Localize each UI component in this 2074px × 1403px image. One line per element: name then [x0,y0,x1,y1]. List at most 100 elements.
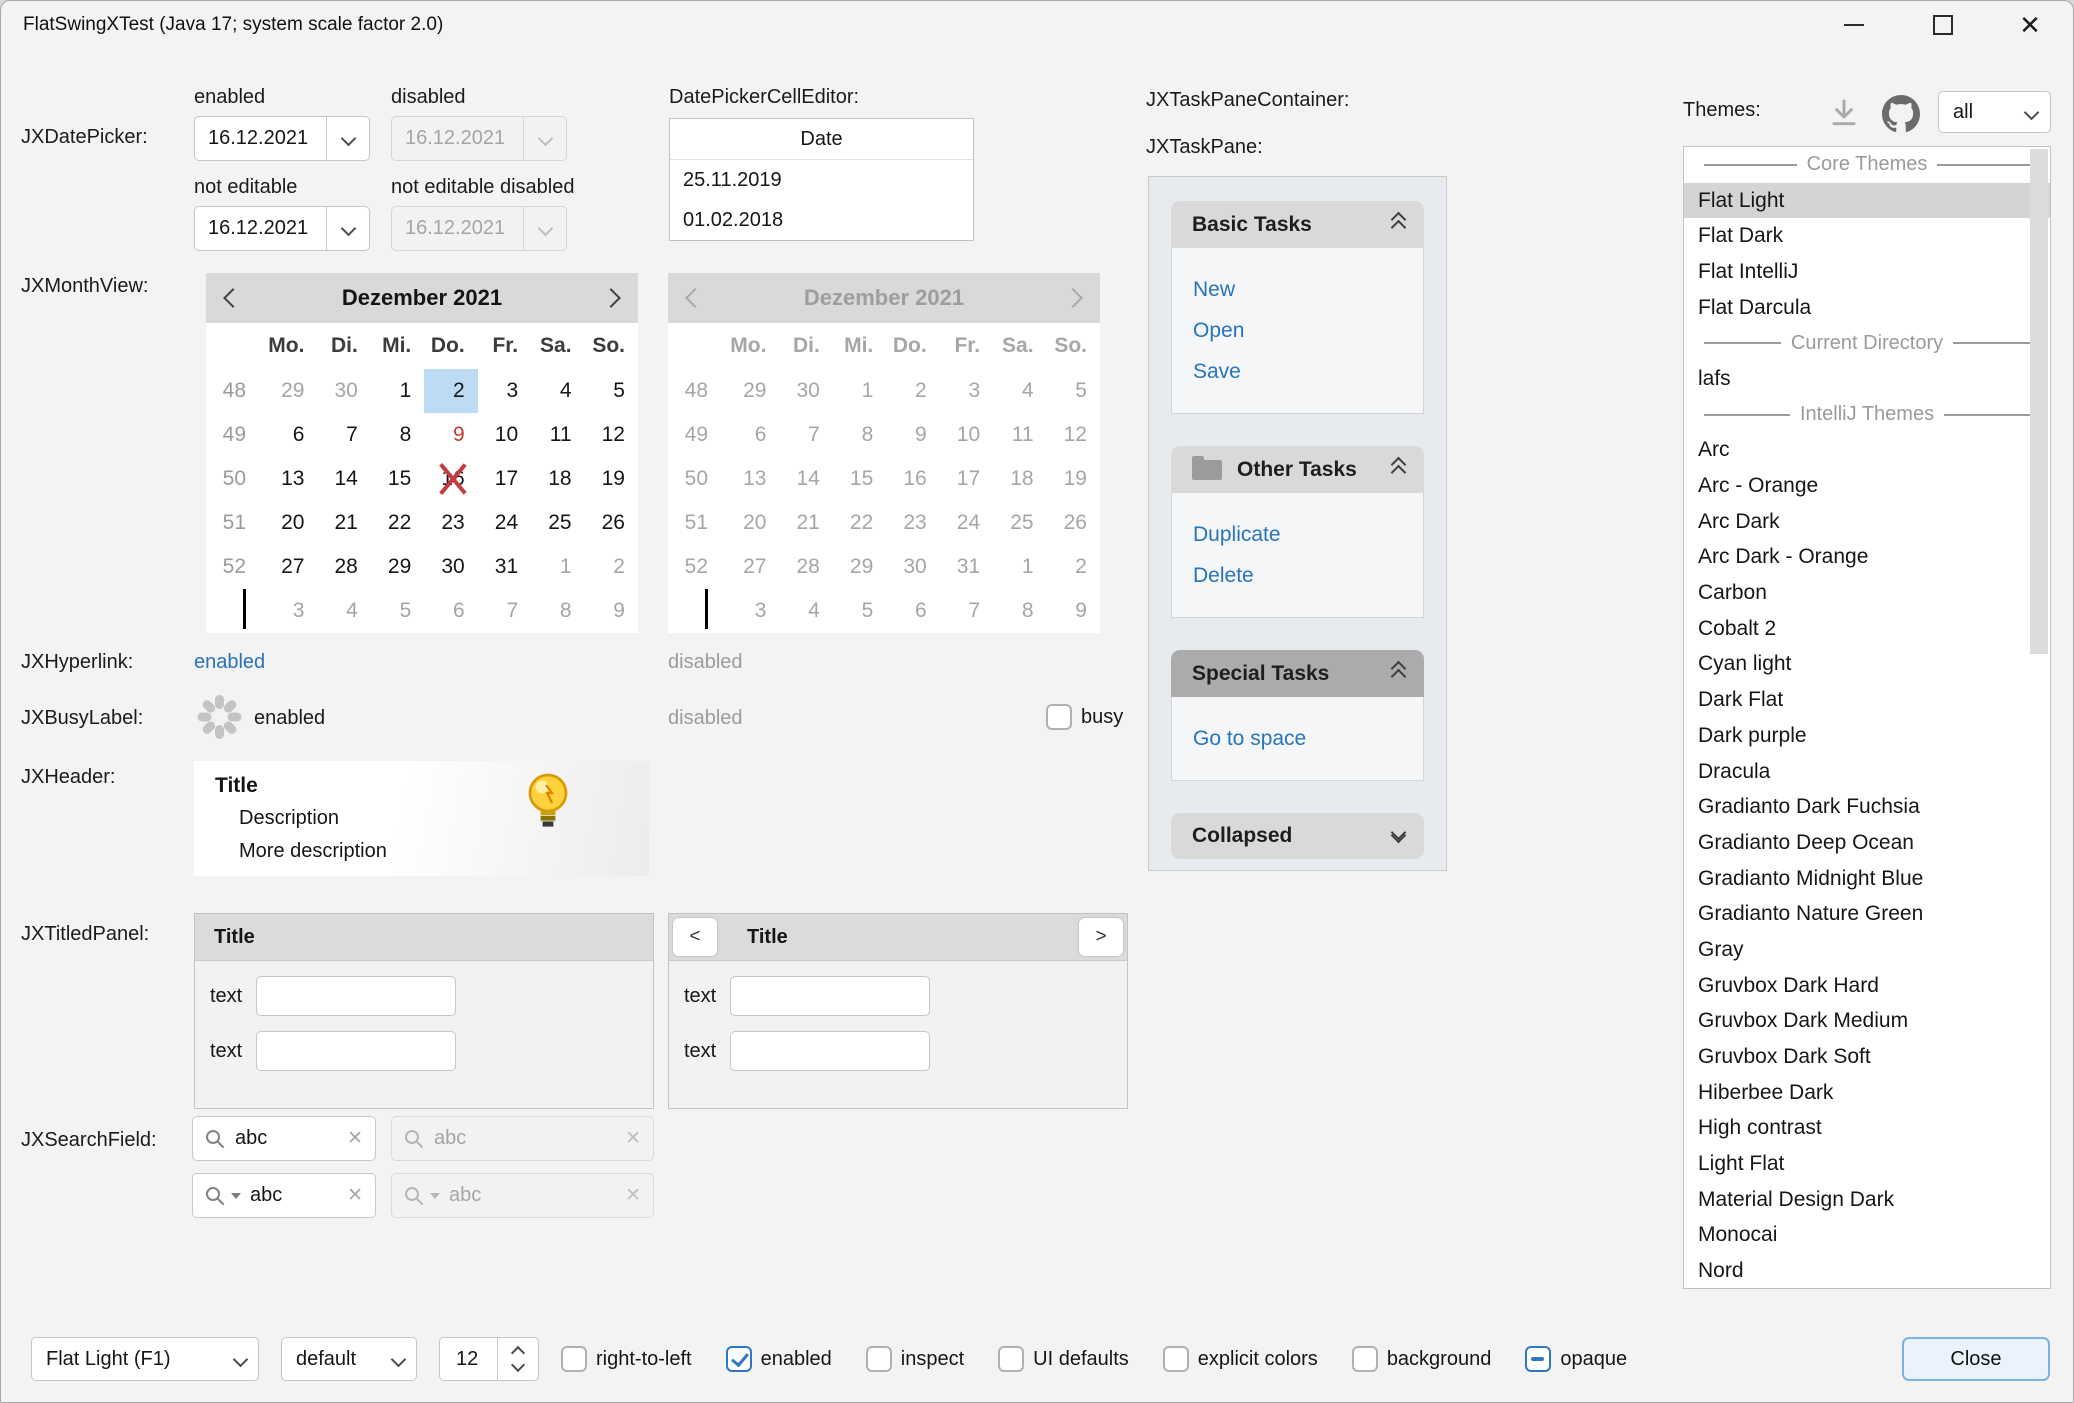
checkbox-opaque[interactable]: opaque [1525,1346,1627,1372]
calendar-day[interactable]: 30 [424,545,477,589]
panel-next-button[interactable]: > [1079,918,1123,956]
datepicker-not-editable[interactable]: 16.12.2021 [194,206,370,251]
spinner-buttons[interactable] [497,1338,538,1380]
calendar-day[interactable]: 6 [424,589,477,633]
minimize-button[interactable] [1820,1,1888,49]
calendar-day[interactable]: 22 [371,501,424,545]
theme-item[interactable]: Cobalt 2 [1684,611,2050,647]
taskpane-header[interactable]: Basic Tasks [1171,201,1424,248]
calendar-day[interactable]: 16 [424,457,477,501]
table-row[interactable]: 01.02.2018 [670,200,973,240]
calendar-day[interactable]: 2 [424,369,477,413]
calendar-day[interactable]: 10 [478,413,531,457]
prev-month-button[interactable] [208,273,258,323]
theme-item[interactable]: Light Flat [1684,1146,2050,1182]
checkbox-enabled[interactable]: enabled [726,1346,832,1372]
calendar-day[interactable]: 11 [531,413,584,457]
checkbox-background[interactable]: background [1352,1346,1492,1372]
theme-item[interactable]: Monocai [1684,1218,2050,1254]
text-input[interactable] [256,1031,456,1071]
theme-item[interactable]: Nord [1684,1253,2050,1289]
calendar-day[interactable]: 13 [264,457,317,501]
theme-item[interactable]: Carbon [1684,575,2050,611]
font-size-spinner[interactable]: 12 [439,1337,539,1381]
calendar-day[interactable]: 19 [585,457,638,501]
calendar-day[interactable]: 8 [531,589,584,633]
checkbox-busy[interactable]: busy [1046,704,1123,730]
taskpane-link[interactable]: Duplicate [1172,514,1423,555]
calendar-day[interactable]: 24 [478,501,531,545]
close-window-button[interactable]: ✕ [1996,1,2064,49]
checkbox-UI-defaults[interactable]: UI defaults [998,1346,1129,1372]
calendar-day[interactable]: 9 [424,413,477,457]
text-input[interactable] [730,976,930,1016]
calendar-day[interactable]: 29 [371,545,424,589]
theme-item[interactable]: Flat Darcula [1684,290,2050,326]
theme-item[interactable]: Flat Dark [1684,218,2050,254]
datepicker-enabled[interactable]: 16.12.2021 [194,116,370,161]
calendar-day[interactable]: 3 [264,589,317,633]
calendar-day[interactable]: 5 [371,589,424,633]
theme-item[interactable]: Material Design Dark [1684,1182,2050,1218]
calendar-day[interactable]: 3 [478,369,531,413]
calendar-day[interactable]: 15 [371,457,424,501]
taskpane-header[interactable]: Special Tasks [1171,650,1424,697]
calendar-day[interactable]: 17 [478,457,531,501]
theme-item[interactable]: Flat IntelliJ [1684,254,2050,290]
theme-item[interactable]: Dark Flat [1684,682,2050,718]
download-icon[interactable] [1828,97,1860,134]
theme-item[interactable]: Hiberbee Dark [1684,1075,2050,1111]
theme-item[interactable]: Gruvbox Dark Soft [1684,1039,2050,1075]
taskpane-header[interactable]: Other Tasks [1171,446,1424,493]
checkbox-right-to-left[interactable]: right-to-left [561,1346,692,1372]
taskpane-link[interactable]: Open [1172,310,1423,351]
clear-icon[interactable]: ✕ [347,1184,363,1207]
calendar-day[interactable]: 29 [264,369,317,413]
calendar-day[interactable]: 5 [585,369,638,413]
taskpane-header[interactable]: Collapsed [1171,813,1424,859]
calendar-day[interactable]: 8 [371,413,424,457]
theme-item[interactable]: Gruvbox Dark Hard [1684,968,2050,1004]
taskpane-link[interactable]: Save [1172,351,1423,392]
calendar-day[interactable]: 27 [264,545,317,589]
calendar-day[interactable]: 1 [371,369,424,413]
taskpane-link[interactable]: Go to space [1172,718,1423,759]
calendar-day[interactable]: 1 [531,545,584,589]
calendar-day[interactable]: 4 [531,369,584,413]
theme-item[interactable]: Arc Dark - Orange [1684,540,2050,576]
theme-item[interactable]: Dark purple [1684,718,2050,754]
text-input[interactable] [730,1031,930,1071]
calendar-day[interactable]: 12 [585,413,638,457]
text-input[interactable] [256,976,456,1016]
theme-item[interactable]: Gradianto Deep Ocean [1684,825,2050,861]
clear-icon[interactable]: ✕ [347,1127,363,1150]
datepicker-dropdown-button[interactable] [326,117,369,160]
calendar-day[interactable]: 28 [317,545,370,589]
theme-item[interactable]: Gray [1684,932,2050,968]
scrollbar-thumb[interactable] [2030,149,2048,654]
theme-item[interactable]: High contrast [1684,1111,2050,1147]
font-combo[interactable]: default [281,1337,417,1381]
calendar-day[interactable]: 6 [264,413,317,457]
calendar-day[interactable]: 7 [478,589,531,633]
table-row[interactable]: 25.11.2019 [670,160,973,200]
calendar-day[interactable]: 2 [585,545,638,589]
theme-item[interactable]: Cyan light [1684,647,2050,683]
maximize-button[interactable] [1909,1,1977,49]
theme-item[interactable]: lafs [1684,361,2050,397]
themes-filter-combo[interactable]: all [1938,91,2051,133]
hyperlink-enabled[interactable]: enabled [194,651,265,674]
close-button[interactable]: Close [1902,1337,2050,1381]
calendar-day[interactable]: 7 [317,413,370,457]
theme-item[interactable]: Arc Dark [1684,504,2050,540]
calendar-day[interactable]: 9 [585,589,638,633]
calendar-day[interactable]: 26 [585,501,638,545]
calendar-day[interactable]: 20 [264,501,317,545]
calendar-day[interactable]: 25 [531,501,584,545]
theme-item[interactable]: Arc [1684,433,2050,469]
checkbox-explicit-colors[interactable]: explicit colors [1163,1346,1318,1372]
calendar-day[interactable]: 30 [317,369,370,413]
calendar-day[interactable]: 31 [478,545,531,589]
theme-item[interactable]: Gradianto Midnight Blue [1684,861,2050,897]
search-field-enabled[interactable]: abc ✕ [192,1116,376,1161]
